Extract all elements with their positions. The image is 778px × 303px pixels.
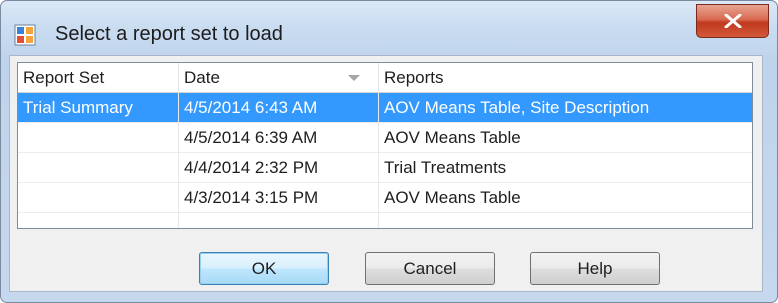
dialog-window: Select a report set to load Report Set D… <box>0 0 778 303</box>
ok-button[interactable]: OK <box>199 252 329 285</box>
cell-report-set: Trial Summary <box>23 98 133 117</box>
cell-date: 4/3/2014 3:15 PM <box>184 188 319 207</box>
row-divider <box>18 212 752 213</box>
table-row[interactable]: 4/5/2014 6:39 AM AOV Means Table <box>18 123 752 152</box>
cell-date: 4/5/2014 6:39 AM <box>184 128 318 147</box>
column-gridline <box>378 92 379 228</box>
cancel-button[interactable]: Cancel <box>365 252 495 285</box>
title-bar[interactable]: Select a report set to load <box>1 1 777 55</box>
cell-reports: AOV Means Table, Site Description <box>384 98 650 117</box>
cell-report-set <box>18 153 178 182</box>
cell-report-set <box>18 183 178 212</box>
column-header-reports[interactable]: Reports <box>379 63 752 92</box>
column-gridline <box>178 92 179 228</box>
cell-reports: AOV Means Table <box>384 188 521 207</box>
table-row[interactable]: 4/3/2014 3:15 PM AOV Means Table <box>18 183 752 212</box>
cell-date: 4/5/2014 6:43 AM <box>184 98 318 117</box>
table-header: Report Set Date Reports <box>18 63 752 93</box>
close-button[interactable] <box>696 4 769 38</box>
window-title: Select a report set to load <box>55 23 283 45</box>
report-set-table[interactable]: Report Set Date Reports Trial Summary 4/… <box>17 62 753 229</box>
table-row[interactable]: 4/4/2014 2:32 PM Trial Treatments <box>18 153 752 182</box>
cell-reports: AOV Means Table <box>384 128 521 147</box>
help-button[interactable]: Help <box>530 252 660 285</box>
column-header-report-set[interactable]: Report Set <box>18 63 178 92</box>
cell-date: 4/4/2014 2:32 PM <box>184 158 319 177</box>
app-icon <box>14 24 36 46</box>
close-icon <box>724 14 742 28</box>
sort-descending-icon <box>348 75 360 81</box>
dialog-body: Report Set Date Reports Trial Summary 4/… <box>9 55 763 292</box>
cell-reports: Trial Treatments <box>384 158 507 177</box>
table-row[interactable]: Trial Summary 4/5/2014 6:43 AM AOV Means… <box>18 93 752 122</box>
cell-report-set <box>18 123 178 152</box>
